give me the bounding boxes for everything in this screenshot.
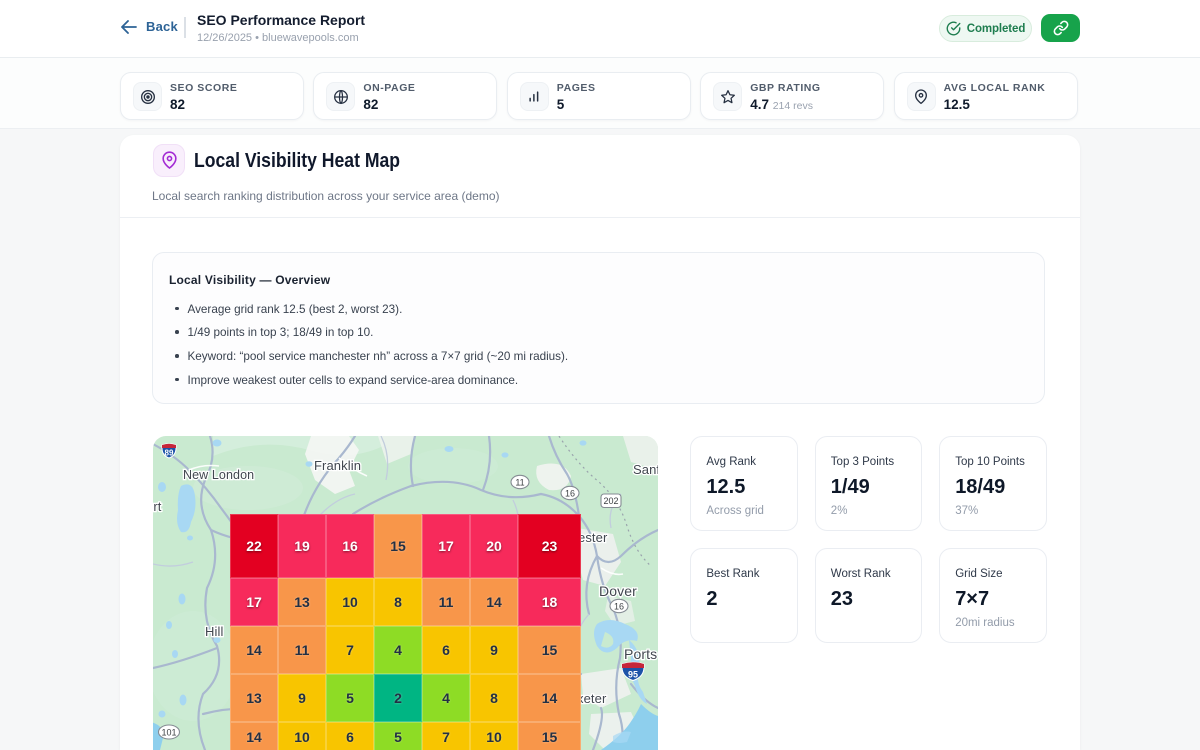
svg-text:101: 101 (161, 727, 176, 737)
svg-text:202: 202 (603, 496, 618, 506)
svg-text:Sanf: Sanf (633, 462, 658, 477)
svg-text:xeter: xeter (577, 691, 607, 706)
svg-text:95: 95 (628, 670, 638, 680)
svg-text:16: 16 (565, 488, 575, 498)
svg-text:New London: New London (183, 468, 254, 482)
svg-text:11: 11 (515, 477, 524, 487)
svg-text:Ports: Ports (624, 646, 657, 662)
svg-text:89: 89 (164, 449, 173, 458)
svg-text:Dover: Dover (599, 583, 637, 599)
svg-text:ort: ort (153, 499, 162, 514)
svg-text:16: 16 (614, 601, 624, 611)
svg-text:ester: ester (578, 530, 608, 545)
svg-text:Franklin: Franklin (314, 458, 361, 473)
svg-text:Hill: Hill (205, 624, 223, 639)
